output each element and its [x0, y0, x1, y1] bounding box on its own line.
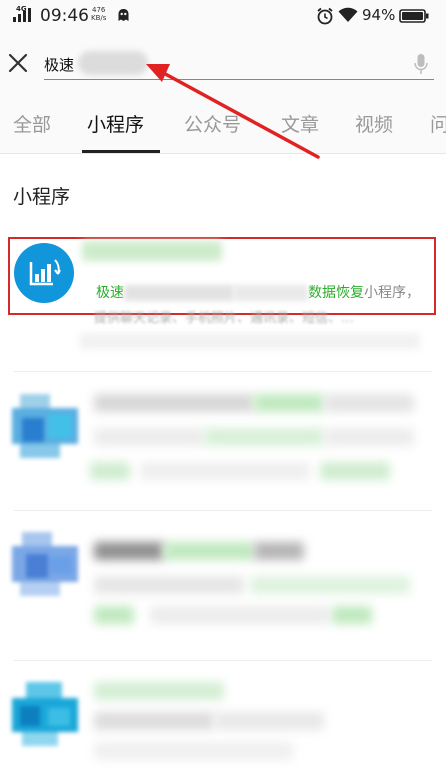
search-input[interactable]: 极速	[44, 50, 434, 80]
redacted-text	[254, 394, 324, 412]
speed-value: 476	[92, 6, 106, 14]
highlighted-result-item[interactable]: 极速 数据恢复小程序，	[8, 237, 436, 315]
tab-qa[interactable]: 问	[430, 110, 446, 137]
blurred-app-icon	[12, 394, 78, 458]
redacted-text	[204, 428, 324, 446]
redacted-text	[94, 394, 254, 412]
redacted-text	[94, 576, 244, 594]
blurred-result-item[interactable]	[0, 660, 446, 770]
redacted-text	[90, 462, 130, 480]
active-tab-indicator	[82, 150, 160, 153]
blurred-result-item[interactable]	[0, 510, 446, 650]
desc-suffix: 小程序，	[364, 285, 420, 301]
wifi-icon	[338, 7, 358, 22]
redacted-text	[94, 428, 204, 446]
redacted-text	[250, 576, 410, 594]
battery-percent: 94%	[362, 6, 396, 24]
redacted-text	[94, 712, 214, 730]
desc-highlight: 数据恢复	[308, 285, 364, 301]
redacted-text	[94, 606, 134, 624]
search-query-text: 极速	[44, 56, 75, 74]
redacted-text	[150, 606, 330, 624]
app-logo	[14, 243, 74, 303]
data-recovery-icon	[29, 259, 61, 286]
section-title: 小程序	[13, 186, 71, 208]
microphone-icon[interactable]	[414, 53, 428, 75]
close-icon[interactable]	[8, 53, 28, 73]
app-notification-icon	[118, 9, 129, 21]
redacted-text	[254, 542, 304, 560]
redacted-text	[234, 285, 308, 301]
battery-icon	[399, 9, 429, 23]
redacted-query-blur	[78, 51, 148, 75]
redacted-text	[320, 462, 390, 480]
signal-icon	[13, 8, 31, 22]
tab-articles[interactable]: 文章	[281, 110, 319, 137]
status-bar: 4G 09:46 476 KB/s 94%	[0, 0, 446, 32]
speed-unit: KB/s	[91, 14, 107, 22]
result-description: 极速 数据恢复小程序，	[96, 282, 420, 302]
redacted-text	[164, 542, 254, 560]
tab-official-accounts[interactable]: 公众号	[184, 110, 241, 137]
redacted-text	[94, 542, 164, 560]
tab-videos[interactable]: 视频	[355, 110, 393, 137]
redacted-text	[332, 606, 372, 624]
redacted-text	[140, 462, 310, 480]
blurred-app-icon	[12, 532, 78, 596]
search-bar: 极速	[0, 32, 446, 94]
blurred-result-item[interactable]	[0, 370, 446, 510]
desc-prefix: 极速	[96, 285, 124, 301]
redacted-text	[94, 682, 224, 700]
redacted-line	[80, 333, 420, 349]
redacted-text	[324, 428, 414, 446]
results-list: 小程序 极速 数据恢复小程序， 提供聊天记录、手机照片、通讯录、短信、…	[0, 155, 446, 770]
redacted-text	[324, 394, 414, 412]
blurred-app-icon	[12, 682, 78, 746]
search-category-tabs: 全部 小程序 公众号 文章 视频 问	[0, 94, 446, 154]
redacted-title	[82, 241, 222, 261]
redacted-text	[214, 712, 324, 730]
redacted-text	[94, 742, 294, 760]
tab-all[interactable]: 全部	[13, 110, 51, 137]
clock: 09:46	[40, 6, 89, 26]
network-speed: 476 KB/s	[91, 6, 106, 22]
result-description-line2: 提供聊天记录、手机照片、通讯录、短信、…	[94, 311, 355, 326]
redacted-text	[124, 285, 234, 301]
alarm-icon	[317, 7, 333, 25]
tab-mini-programs[interactable]: 小程序	[87, 110, 144, 137]
